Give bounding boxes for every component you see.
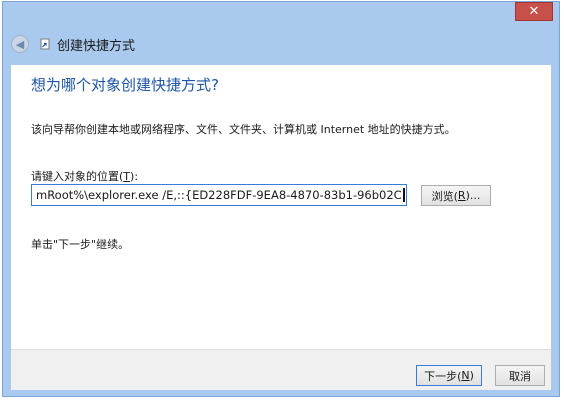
cancel-button[interactable]: 取消 (495, 365, 545, 386)
page-description: 该向导帮你创建本地或网络程序、文件、文件夹、计算机或 Internet 地址的快… (31, 123, 456, 136)
location-label: 请键入对象的位置(T): (31, 168, 138, 184)
shortcut-icon (39, 37, 51, 51)
next-label-accesskey: N (461, 369, 470, 382)
browse-label-accesskey: R (457, 189, 466, 202)
next-button[interactable]: 下一步(N) (416, 365, 482, 386)
close-icon: ✕ (528, 4, 540, 19)
continue-hint: 单击"下一步"继续。 (31, 238, 130, 251)
text-caret (403, 188, 405, 202)
close-button[interactable]: ✕ (515, 2, 553, 21)
back-arrow-icon: ◀ (15, 37, 25, 51)
location-input[interactable] (31, 184, 407, 206)
browse-label-suffix: )... (465, 189, 481, 202)
location-label-prefix: 请键入对象的位置( (31, 170, 124, 183)
page-heading: 想为哪个对象创建快捷方式? (31, 76, 219, 94)
wizard-content: 想为哪个对象创建快捷方式? 该向导帮你创建本地或网络程序、文件、文件夹、计算机或… (11, 65, 551, 349)
next-label-prefix: 下一步( (424, 369, 462, 383)
location-label-suffix: ): (130, 170, 139, 183)
back-button[interactable]: ◀ (11, 35, 29, 53)
wizard-footer: 下一步(N) 取消 (11, 349, 551, 390)
create-shortcut-window: ✕ ◀ 创建快捷方式 想为哪个对象创建快捷方式? 该向导帮你创建本地或网络程序、… (2, 1, 560, 397)
wizard-header: ◀ 创建快捷方式 (11, 32, 551, 56)
wizard-title: 创建快捷方式 (57, 38, 136, 54)
browse-label-prefix: 浏览( (431, 189, 458, 203)
next-label-suffix: ) (469, 369, 474, 382)
browse-button[interactable]: 浏览(R)... (421, 185, 491, 206)
